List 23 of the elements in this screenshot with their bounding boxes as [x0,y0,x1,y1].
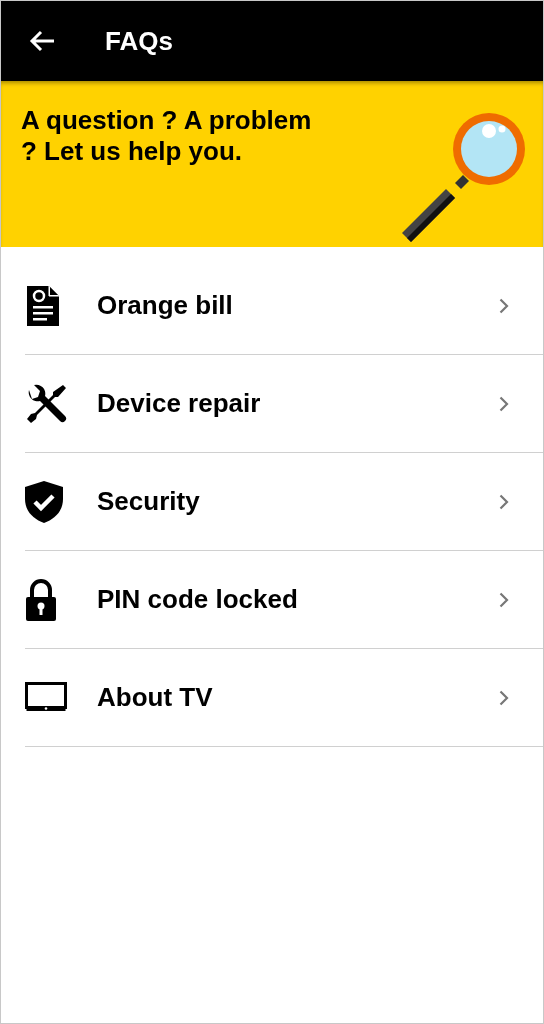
faq-topic-item[interactable]: About TV [25,649,543,747]
document-icon [25,285,59,326]
faq-topic-item[interactable]: PIN code locked [25,551,543,649]
topic-label: PIN code locked [97,584,299,615]
back-arrow-icon[interactable] [29,30,55,52]
faq-topic-item[interactable]: Device repair [25,355,543,453]
banner-text: A question ? A problem ? Let us help you. [21,105,313,168]
chevron-right-icon [499,689,509,706]
topic-label: About TV [97,682,214,713]
topic-label: Security [97,486,201,517]
faq-topic-item[interactable]: Security [25,453,543,551]
chevron-right-icon [499,493,509,510]
chevron-right-icon [499,395,509,412]
padlock-icon [25,578,57,621]
screen-title: FAQs [105,25,173,57]
tv-icon [25,681,67,714]
chevron-right-icon [499,297,509,314]
topic-label: Orange bill [97,290,234,321]
chevron-right-icon [499,591,509,608]
topic-label: Device repair [97,388,262,419]
shield-check-icon [25,480,63,523]
wrench-screwdriver-icon [25,383,67,424]
faq-topic-item[interactable]: Orange bill [25,257,543,355]
